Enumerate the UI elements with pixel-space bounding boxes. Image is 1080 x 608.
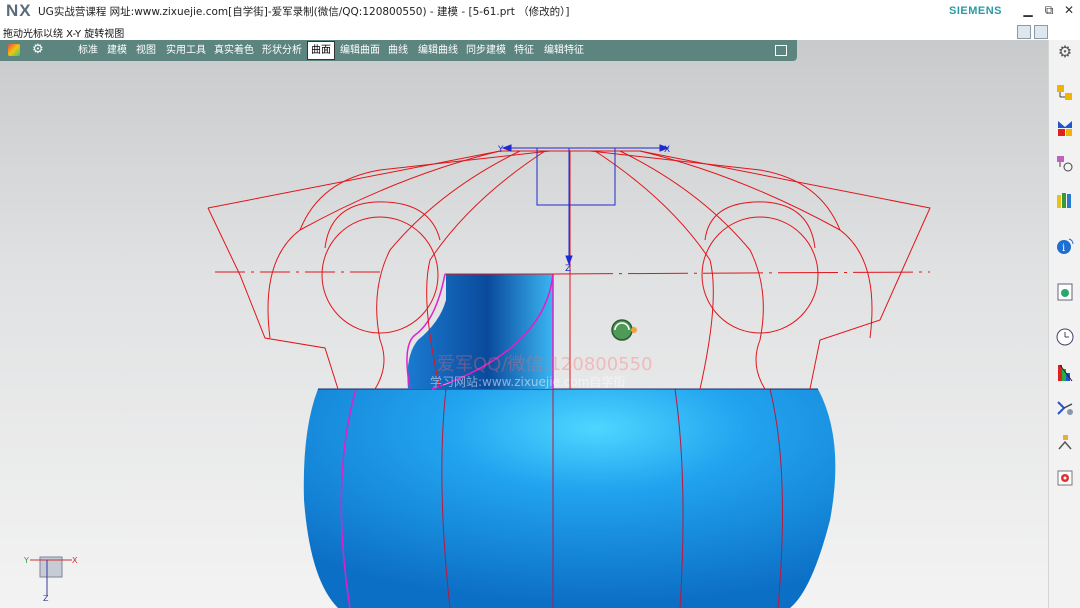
system-scene-icon[interactable]	[1055, 433, 1075, 453]
sphere-body	[303, 389, 836, 608]
cue-line-text: 拖动光标以绕 X-Y 旋转视图	[3, 29, 125, 40]
siemens-logo: SIEMENS	[949, 5, 1003, 17]
graphics-window[interactable]: X Y Z 爱军QQ/微信:120800550 学习网站:www.zixueji…	[0, 40, 1048, 608]
window-tile-icon[interactable]	[1017, 25, 1031, 39]
web-browser-icon[interactable]	[1055, 282, 1075, 302]
toolbar-options-icon[interactable]	[775, 45, 787, 56]
rotate-cursor-icon	[611, 319, 637, 341]
gear-icon[interactable]: ⚙	[32, 43, 44, 57]
settings-icon[interactable]: ⚙	[1055, 42, 1075, 62]
constraint-navigator-icon[interactable]	[1055, 118, 1075, 138]
snap-icon[interactable]	[8, 44, 20, 56]
tab-modeling[interactable]: 建模	[104, 41, 130, 60]
part-navigator-icon[interactable]	[1055, 154, 1075, 174]
tab-true-shading[interactable]: 真实着色	[211, 41, 257, 60]
nx-logo: NX	[6, 1, 32, 20]
tab-feature[interactable]: 特征	[511, 41, 537, 60]
ribbon-toolbar: ⚙ 标准 建模 视图 实用工具 真实着色 形状分析 曲面 编辑曲面 曲线 编辑曲…	[0, 40, 797, 61]
roles-icon[interactable]	[1055, 398, 1075, 418]
tab-edit-surface[interactable]: 编辑曲面	[337, 41, 383, 60]
tab-edit-feature[interactable]: 编辑特征	[541, 41, 587, 60]
triad-x-label: X	[72, 556, 78, 565]
minimize-button[interactable]: ▁	[1019, 1, 1037, 19]
watermark-line-1: 爱军QQ/微信:120800550	[437, 354, 653, 375]
resource-bar: ⚙ i	[1048, 40, 1080, 608]
tab-curve[interactable]: 曲线	[385, 41, 411, 60]
triad-z-label: Z	[43, 594, 49, 603]
window-title: UG实战营课程 网址:www.zixuejie.com[自学街]-爱军录制(微信…	[38, 6, 570, 18]
assembly-navigator-icon[interactable]	[1055, 83, 1075, 103]
close-button[interactable]: ✕	[1060, 1, 1078, 19]
model-canvas[interactable]: X Y Z 爱军QQ/微信:120800550 学习网站:www.zixueji…	[0, 40, 1048, 608]
restore-button[interactable]: ⧉	[1040, 1, 1058, 19]
tab-surface[interactable]: 曲面	[307, 41, 335, 60]
view-triad	[30, 556, 72, 595]
reuse-library-icon[interactable]	[1055, 468, 1075, 488]
cue-line: 拖动光标以绕 X-Y 旋转视图	[0, 22, 1080, 41]
watermark-line-2: 学习网站:www.zixuejie.com自学街	[430, 374, 625, 389]
window-list-icon[interactable]	[1034, 25, 1048, 39]
tab-shape-analysis[interactable]: 形状分析	[259, 41, 305, 60]
wcs-x-label: X	[664, 145, 670, 155]
wcs-z-label: Z	[565, 264, 571, 274]
tab-view[interactable]: 视图	[133, 41, 159, 60]
library-icon[interactable]	[1055, 190, 1075, 210]
wcs-y-label: Y	[497, 145, 504, 155]
tab-standard[interactable]: 标准	[75, 41, 101, 60]
triad-y-label: Y	[23, 556, 29, 565]
title-bar: NX UG实战营课程 网址:www.zixuejie.com[自学街]-爱军录制…	[0, 0, 1080, 22]
tab-utility[interactable]: 实用工具	[163, 41, 209, 60]
tab-sync-modeling[interactable]: 同步建模	[463, 41, 509, 60]
history-icon[interactable]	[1055, 327, 1075, 347]
tab-edit-curve[interactable]: 编辑曲线	[415, 41, 461, 60]
svg-text:i: i	[1062, 243, 1065, 254]
color-palette-icon[interactable]	[1055, 363, 1075, 383]
info-icon[interactable]: i	[1055, 236, 1075, 256]
